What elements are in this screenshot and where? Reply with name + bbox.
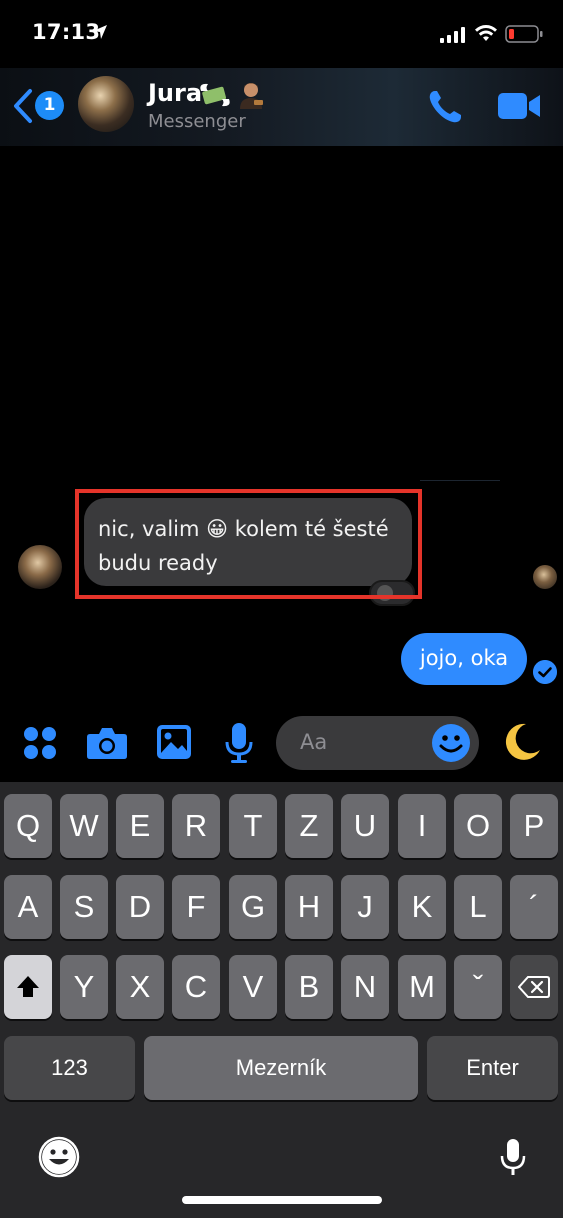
status-time: 17:13 [32,20,101,44]
key-y[interactable]: Y [60,955,108,1019]
divider [420,480,500,481]
crescent-moon-emoji-icon[interactable] [500,722,542,762]
key-v[interactable]: V [229,955,277,1019]
key-u[interactable]: U [341,794,389,858]
key-l[interactable]: L [454,875,502,939]
key-p[interactable]: P [510,794,558,858]
delete-key[interactable] [510,955,558,1019]
emoji-picker-icon[interactable] [431,723,471,763]
seen-indicator-avatar [533,565,557,589]
key-w[interactable]: W [60,794,108,858]
keyboard-emoji-icon[interactable] [38,1136,80,1178]
key-r[interactable]: R [172,794,220,858]
money-with-wings-emoji-icon [200,83,230,107]
phone-call-icon[interactable] [426,88,464,126]
key-c[interactable]: C [172,955,220,1019]
key-z[interactable]: Z [285,794,333,858]
numbers-key[interactable]: 123 [4,1036,135,1100]
status-bar: 17:13 [0,0,563,68]
outgoing-message-bubble[interactable]: jojo, oka [401,633,527,685]
key-g[interactable]: G [229,875,277,939]
cellular-signal-icon [440,27,465,43]
key-d[interactable]: D [116,875,164,939]
dictation-microphone-icon[interactable] [500,1138,526,1178]
highlight-annotation-box [75,489,422,599]
key-j[interactable]: J [341,875,389,939]
message-input-placeholder: Aa [300,730,328,754]
delivered-check-icon [533,660,557,684]
message-text: jojo, oka [419,646,509,670]
key-o[interactable]: O [454,794,502,858]
wifi-icon [475,25,497,41]
key-s[interactable]: S [60,875,108,939]
microphone-icon[interactable] [225,722,253,764]
key-acute-accent[interactable]: ´ [510,875,558,939]
on-screen-keyboard: Q W E R T Z U I O P A S D F G H J K L ´ … [0,782,563,1218]
battery-low-icon [505,25,543,43]
shift-arrow-icon [17,976,39,997]
key-a[interactable]: A [4,875,52,939]
key-caron[interactable]: ˇ [454,955,502,1019]
key-b[interactable]: B [285,955,333,1019]
contact-avatar[interactable] [78,76,134,132]
man-judge-emoji-icon [240,83,263,109]
key-k[interactable]: K [398,875,446,939]
back-chevron-icon[interactable] [12,88,34,124]
video-call-icon[interactable] [497,90,541,122]
message-input[interactable]: Aa [276,716,479,770]
composer-bar: Aa [0,700,563,782]
unread-count-badge[interactable]: 1 [35,91,64,120]
key-n[interactable]: N [341,955,389,1019]
key-m[interactable]: M [398,955,446,1019]
space-key[interactable]: Mezerník [144,1036,418,1100]
key-t[interactable]: T [229,794,277,858]
message-thread[interactable]: nic, valim 😀 kolem té šesté budu ready j… [0,146,563,700]
key-h[interactable]: H [285,875,333,939]
sender-avatar[interactable] [18,545,62,589]
more-apps-icon[interactable] [22,725,58,761]
key-q[interactable]: Q [4,794,52,858]
location-arrow-icon [93,25,107,39]
key-i[interactable]: I [398,794,446,858]
camera-icon[interactable] [86,726,128,760]
conversation-header: 1 Jura Messenger [0,68,563,146]
enter-key[interactable]: Enter [427,1036,558,1100]
key-e[interactable]: E [116,794,164,858]
key-f[interactable]: F [172,875,220,939]
contact-subtitle: Messenger [148,111,246,132]
home-indicator[interactable] [182,1196,382,1204]
gallery-image-icon[interactable] [156,724,192,760]
shift-key[interactable] [4,955,52,1019]
key-x[interactable]: X [116,955,164,1019]
backspace-icon [517,976,550,998]
contact-name[interactable]: Jura [148,79,202,107]
